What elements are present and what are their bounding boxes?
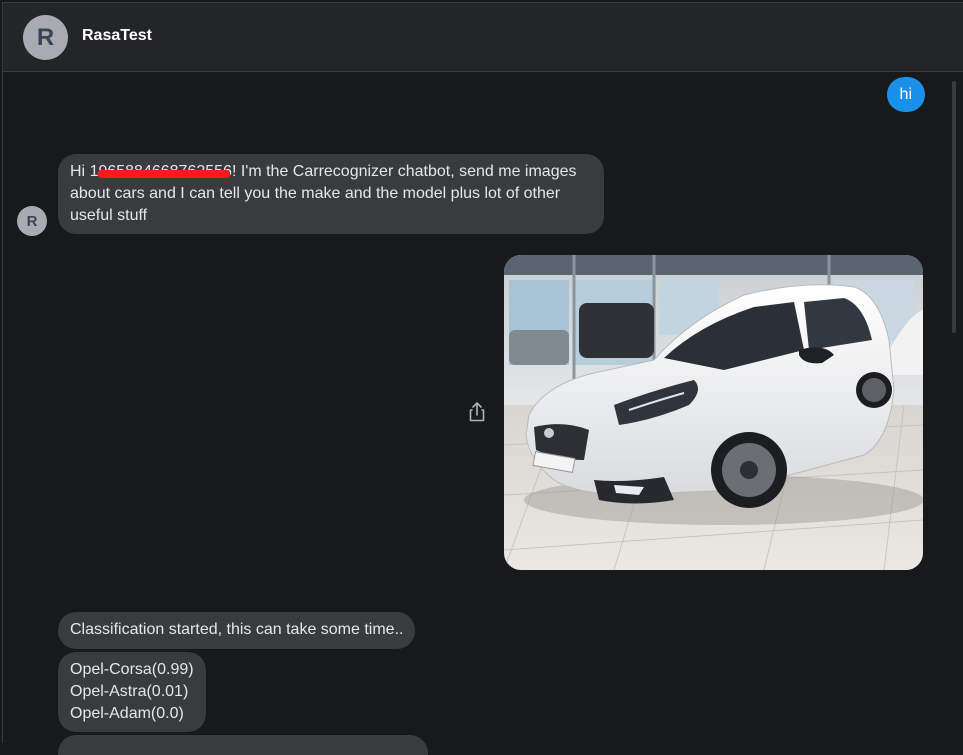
classification-result-bubble[interactable]: Opel-Corsa(0.99) Opel-Astra(0.01) Opel-A… bbox=[58, 652, 206, 732]
partial-message-bubble[interactable] bbox=[58, 735, 428, 755]
chat-window: R RasaTest hi R Hi 1965884668762556! I'm… bbox=[2, 2, 963, 755]
car-photo-illustration bbox=[504, 255, 923, 570]
avatar[interactable]: R bbox=[23, 15, 68, 60]
message-list[interactable]: hi R Hi 1965884668762556! I'm the Carrec… bbox=[3, 72, 963, 755]
user-message-bubble[interactable]: hi bbox=[886, 77, 925, 112]
greeting-prefix: Hi bbox=[70, 163, 90, 180]
chat-title[interactable]: RasaTest bbox=[82, 27, 152, 45]
redacted-user-id: 1965884668762556 bbox=[90, 161, 232, 183]
scrollbar-thumb[interactable] bbox=[952, 81, 956, 333]
classification-started-bubble[interactable]: Classification started, this can take so… bbox=[58, 612, 416, 649]
bot-greeting-bubble[interactable]: Hi 1965884668762556! I'm the Carrecogniz… bbox=[58, 154, 604, 234]
chat-header: R RasaTest bbox=[3, 3, 963, 72]
classification-started-text: Classification started, this can take so… bbox=[70, 621, 404, 638]
user-message-text: hi bbox=[899, 85, 912, 103]
bot-avatar: R bbox=[17, 206, 47, 236]
share-icon[interactable] bbox=[468, 401, 486, 423]
classification-result-text: Opel-Corsa(0.99) Opel-Astra(0.01) Opel-A… bbox=[70, 661, 194, 722]
car-photo[interactable] bbox=[504, 255, 923, 570]
